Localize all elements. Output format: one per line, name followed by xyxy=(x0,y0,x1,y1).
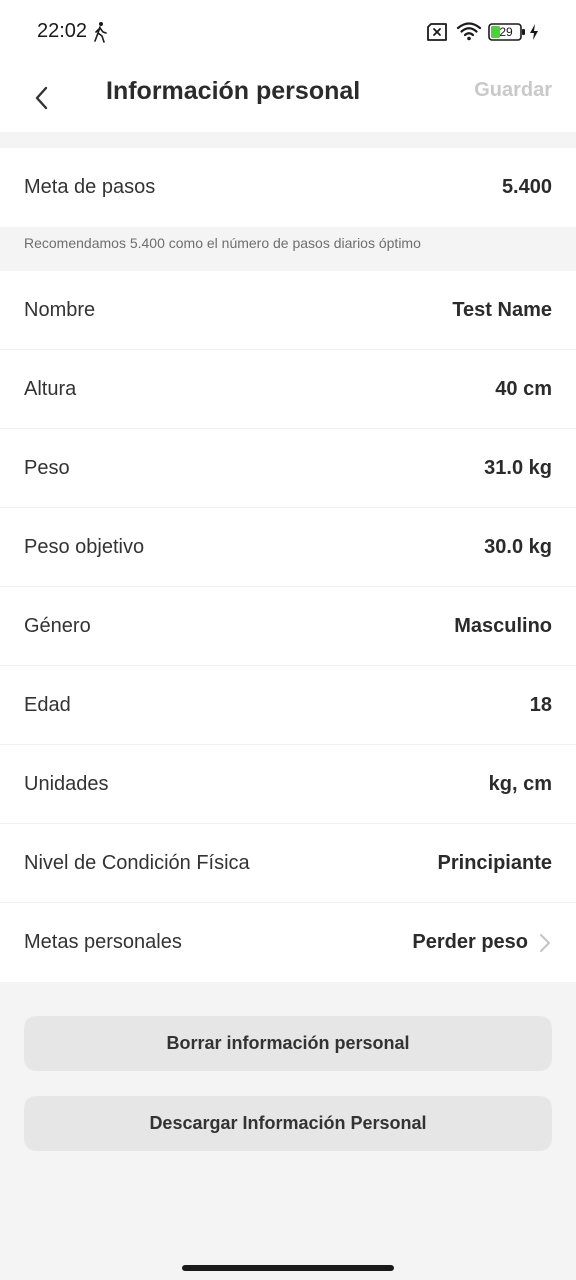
fitness-level-row[interactable]: Nivel de Condición Física Principiante xyxy=(0,824,576,903)
units-row[interactable]: Unidades kg, cm xyxy=(0,745,576,824)
step-goal-hint: Recomendamos 5.400 como el número de pas… xyxy=(24,235,421,251)
home-indicator xyxy=(182,1265,394,1271)
delete-personal-info-button[interactable]: Borrar información personal xyxy=(24,1016,552,1071)
age-label: Edad xyxy=(24,693,71,716)
header: Información personal Guardar xyxy=(0,64,576,132)
battery-level: 29 xyxy=(499,25,513,39)
step-goal-value: 5.400 xyxy=(501,176,552,198)
status-bar: 22:02 29 xyxy=(0,0,576,64)
back-button[interactable] xyxy=(24,74,60,122)
height-label: Altura xyxy=(24,377,77,400)
back-arrow-icon xyxy=(35,86,48,110)
age-value: 18 xyxy=(529,693,552,716)
bolt-icon xyxy=(530,24,538,40)
personal-goals-value: Perder peso xyxy=(412,931,528,953)
profile-card: Nombre Test Name Altura 40 cm Peso 31.0 … xyxy=(0,271,576,982)
target-weight-label: Peso objetivo xyxy=(24,535,145,558)
save-button[interactable]: Guardar xyxy=(474,78,552,102)
height-row[interactable]: Altura 40 cm xyxy=(0,350,576,429)
name-label: Nombre xyxy=(24,298,96,321)
gender-row[interactable]: Género Masculino xyxy=(0,587,576,666)
weight-label: Peso xyxy=(24,456,70,479)
step-goal-card: Meta de pasos 5.400 xyxy=(0,148,576,227)
walk-icon xyxy=(94,22,107,43)
age-row[interactable]: Edad 18 xyxy=(0,666,576,745)
step-goal-label: Meta de pasos xyxy=(24,176,156,198)
chevron-right-icon xyxy=(540,933,550,952)
step-goal-row[interactable]: Meta de pasos 5.400 xyxy=(0,148,576,227)
target-weight-value: 30.0 kg xyxy=(484,535,552,558)
personal-goals-value-group: Perder peso xyxy=(412,931,552,954)
units-value: kg, cm xyxy=(488,772,552,795)
sim-icon xyxy=(427,23,447,41)
weight-row[interactable]: Peso 31.0 kg xyxy=(0,429,576,508)
weight-value: 31.0 kg xyxy=(484,456,552,479)
download-personal-info-button[interactable]: Descargar Información Personal xyxy=(24,1096,552,1151)
units-label: Unidades xyxy=(24,772,109,795)
gender-value: Masculino xyxy=(454,614,552,637)
personal-goals-row[interactable]: Metas personales Perder peso xyxy=(0,903,576,982)
name-value: Test Name xyxy=(452,298,552,321)
status-time: 22:02 xyxy=(37,20,88,42)
name-row[interactable]: Nombre Test Name xyxy=(0,271,576,350)
target-weight-row[interactable]: Peso objetivo 30.0 kg xyxy=(0,508,576,587)
height-value: 40 cm xyxy=(495,377,552,400)
gender-label: Género xyxy=(24,614,91,637)
fitness-level-label: Nivel de Condición Física xyxy=(24,851,250,874)
page-title: Información personal xyxy=(106,77,361,105)
personal-goals-label: Metas personales xyxy=(24,931,182,953)
wifi-icon xyxy=(456,22,482,41)
fitness-level-value: Principiante xyxy=(437,851,552,874)
